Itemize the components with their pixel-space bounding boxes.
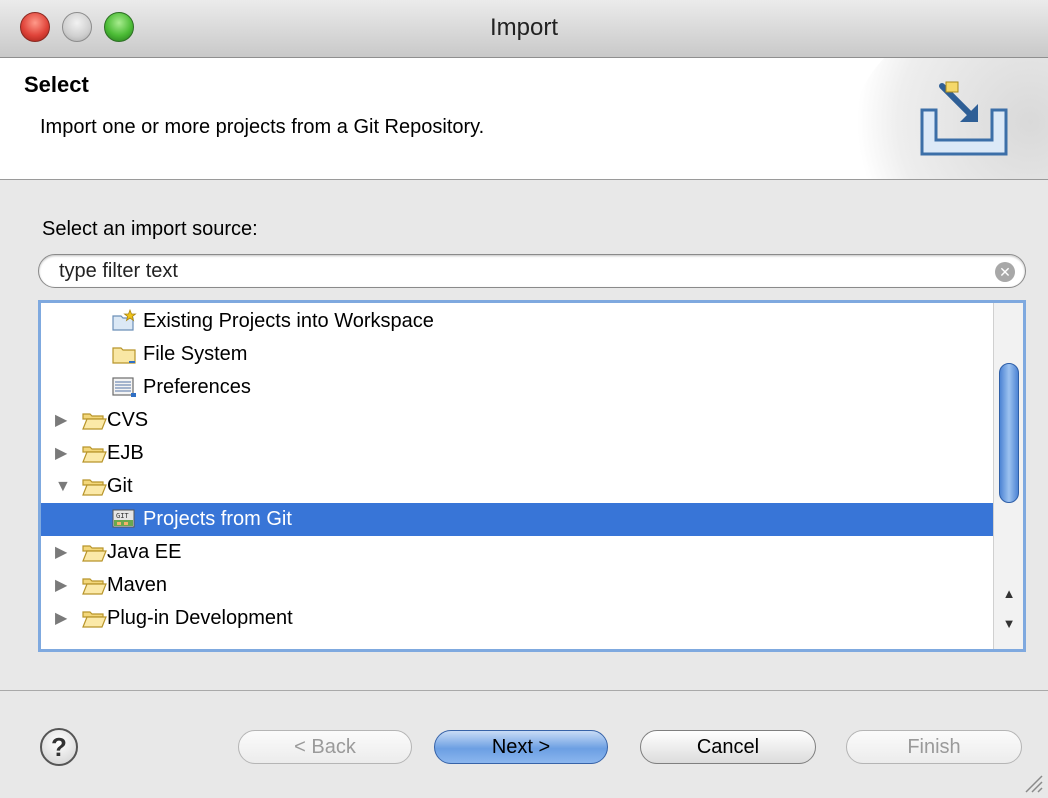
collapsed-arrow-icon[interactable]: ▶: [55, 536, 71, 569]
svg-text:GIT: GIT: [116, 512, 129, 520]
folder-icon: [111, 342, 137, 366]
folder-open-icon: [81, 573, 107, 597]
finish-button[interactable]: Finish: [846, 730, 1022, 764]
tree-item[interactable]: ▼ Git: [41, 470, 996, 503]
tree-item-label: File System: [143, 343, 248, 365]
folder-open-icon: [81, 441, 107, 465]
folder-open-icon: [81, 408, 107, 432]
tree-item-label: Existing Projects into Workspace: [143, 310, 434, 332]
collapsed-arrow-icon[interactable]: ▶: [55, 437, 71, 470]
help-button[interactable]: ?: [40, 728, 78, 766]
vertical-scrollbar[interactable]: ▲ ▼: [993, 303, 1023, 649]
preferences-icon: [111, 375, 137, 399]
filter-field[interactable]: ✕: [38, 254, 1026, 288]
filter-input[interactable]: [59, 259, 979, 283]
tree-item[interactable]: File System: [41, 338, 996, 371]
tree-item-label: Preferences: [143, 376, 251, 398]
tree-item-label: EJB: [107, 442, 144, 464]
resize-grip-icon[interactable]: [1020, 770, 1044, 794]
cancel-button[interactable]: Cancel: [640, 730, 816, 764]
tree-item-label: Java EE: [107, 541, 182, 563]
tree-item[interactable]: GIT Projects from Git: [41, 503, 996, 536]
button-bar-divider: [0, 690, 1048, 691]
tree-item-label: Maven: [107, 574, 168, 596]
import-source-tree[interactable]: Existing Projects into Workspace File Sys…: [38, 300, 1026, 652]
folder-open-icon: [81, 606, 107, 630]
tree-item-label: Projects from Git: [143, 508, 292, 530]
page-title: Select: [24, 72, 89, 97]
folder-open-icon: [81, 540, 107, 564]
collapsed-arrow-icon[interactable]: ▶: [55, 404, 71, 437]
tree-item[interactable]: Existing Projects into Workspace: [41, 305, 996, 338]
import-dialog: Import Select Import one or more project…: [0, 0, 1048, 798]
back-button[interactable]: < Back: [238, 730, 412, 764]
tree-item[interactable]: ▶ Java EE: [41, 536, 996, 569]
collapsed-arrow-icon[interactable]: ▶: [55, 569, 71, 602]
collapsed-arrow-icon[interactable]: ▶: [55, 602, 71, 635]
tree-item-label: Plug-in Development: [107, 607, 293, 629]
existing-projects-icon: [111, 308, 137, 333]
git-projects-icon: GIT: [111, 507, 137, 531]
tree-item[interactable]: ▶ Maven: [41, 569, 996, 602]
wizard-header: Select Import one or more projects from …: [0, 58, 1048, 180]
tree-item[interactable]: ▶ Plug-in Development: [41, 602, 996, 635]
import-wizard-icon: [920, 81, 1008, 156]
expanded-arrow-icon[interactable]: ▼: [55, 470, 71, 503]
scrollbar-thumb[interactable]: [999, 363, 1019, 503]
title-bar: Import: [0, 0, 1048, 58]
import-source-label: Select an import source:: [42, 218, 258, 240]
tree-item[interactable]: Preferences: [41, 371, 996, 404]
tree-item[interactable]: ▶ EJB: [41, 437, 996, 470]
tree-item-label: CVS: [107, 409, 149, 431]
next-button[interactable]: Next >: [434, 730, 608, 764]
scroll-up-icon[interactable]: ▲: [994, 583, 1023, 605]
folder-open-icon: [81, 474, 107, 498]
tree-item-label: Git: [107, 475, 133, 497]
tree-item[interactable]: ▶ CVS: [41, 404, 996, 437]
page-description: Import one or more projects from a Git R…: [40, 116, 485, 138]
scroll-down-icon[interactable]: ▼: [994, 613, 1023, 635]
window-title: Import: [489, 14, 558, 41]
clear-filter-icon[interactable]: ✕: [995, 262, 1015, 282]
